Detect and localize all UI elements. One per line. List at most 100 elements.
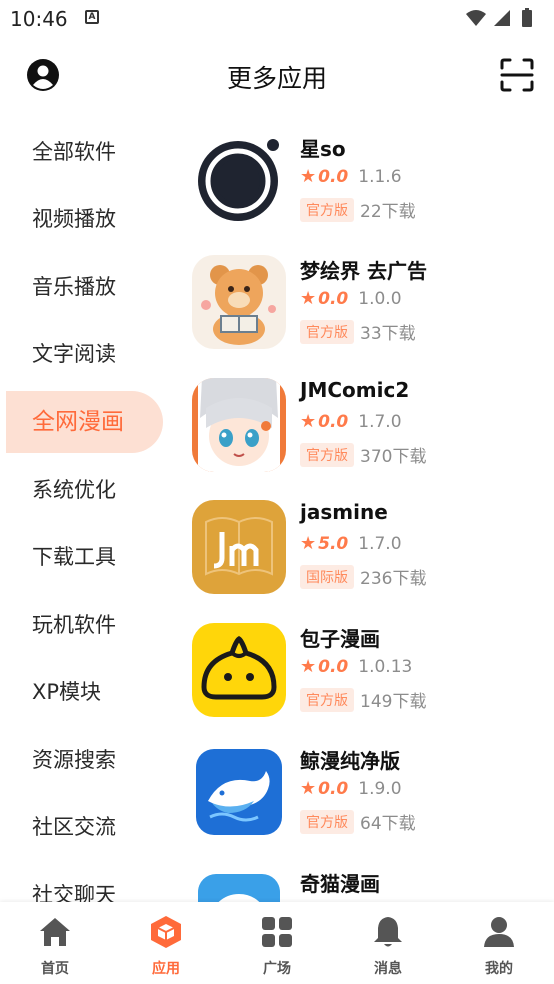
- nav-messages[interactable]: 消息: [348, 914, 428, 978]
- title-bar: 更多应用: [0, 40, 554, 112]
- app-meta: 官方版 33下载: [300, 319, 416, 344]
- app-score: 5.0: [318, 534, 349, 554]
- app-downloads: 33下载: [360, 324, 416, 344]
- jingman-whale-icon: [192, 745, 286, 839]
- category-item-xp[interactable]: XP模块: [6, 661, 163, 723]
- category-item-tweak[interactable]: 玩机软件: [6, 594, 163, 656]
- nav-label: 应用: [152, 961, 180, 977]
- app-name: JMComic2: [300, 378, 410, 402]
- nav-square[interactable]: 广场: [237, 914, 317, 978]
- app-score: 0.0: [318, 289, 349, 309]
- home-icon: [40, 918, 70, 946]
- grid-square-icon: [262, 917, 292, 947]
- category-item-reading[interactable]: 文字阅读: [6, 323, 163, 385]
- app-version: 1.0.13: [358, 657, 413, 677]
- category-item-comics[interactable]: 全网漫画: [6, 391, 163, 453]
- category-sidebar[interactable]: 全部软件 视频播放 音乐播放 文字阅读 全网漫画 系统优化 下载工具 玩机软件 …: [0, 117, 170, 902]
- bell-icon: [374, 917, 402, 947]
- app-meta: 官方版 22下载: [300, 197, 416, 222]
- app-list-item[interactable]: 梦绘界 去广告 ★ 0.0 1.0.0 官方版 33下载: [180, 239, 554, 361]
- apps-cube-icon: [151, 916, 181, 948]
- app-tag: 官方版: [300, 442, 354, 467]
- star-icon: ★: [300, 288, 317, 309]
- star-icon: ★: [300, 778, 317, 799]
- status-bar: 10:46 A: [0, 0, 554, 38]
- app-list-item[interactable]: 星so ★ 0.0 1.1.6 官方版 22下载: [180, 117, 554, 239]
- xingso-icon: [192, 133, 286, 227]
- category-item-social[interactable]: 社交聊天: [6, 864, 163, 902]
- scan-icon[interactable]: [500, 58, 534, 92]
- star-icon: ★: [300, 533, 317, 554]
- app-rating: ★ 0.0 1.0.13: [300, 656, 412, 677]
- nav-label: 我的: [485, 961, 513, 977]
- app-rating: ★ 0.0 1.0.0: [300, 288, 402, 309]
- jasmine-jm-book-icon: [192, 500, 286, 594]
- app-name: jasmine: [300, 500, 388, 524]
- app-meta: 国际版 236下载: [300, 564, 426, 589]
- app-version: 1.1.6: [358, 167, 402, 187]
- app-score: 0.0: [318, 412, 349, 432]
- app-downloads: 22下载: [360, 202, 416, 222]
- app-name: 包子漫画: [300, 627, 380, 651]
- battery-icon: [522, 10, 532, 27]
- nav-label: 消息: [374, 961, 402, 977]
- app-score: 0.0: [318, 657, 349, 677]
- app-list[interactable]: 星so ★ 0.0 1.1.6 官方版 22下载 梦绘界 去广告 ★ 0.0 1.0.0: [180, 117, 554, 902]
- nav-label: 首页: [41, 961, 69, 977]
- system-status-icons: [466, 8, 532, 27]
- qimao-icon: [192, 868, 286, 902]
- category-item-video[interactable]: 视频播放: [6, 188, 163, 250]
- app-name: 星so: [300, 137, 346, 161]
- star-icon: ★: [300, 411, 317, 432]
- app-downloads: 236下载: [360, 569, 427, 589]
- app-downloads: 149下载: [360, 692, 427, 712]
- nav-home[interactable]: 首页: [15, 914, 95, 978]
- page-title: 更多应用: [226, 64, 327, 93]
- category-item-music[interactable]: 音乐播放: [6, 256, 163, 318]
- notification-icon: A: [85, 10, 99, 24]
- category-item-download[interactable]: 下载工具: [6, 526, 163, 588]
- nav-apps[interactable]: 应用: [126, 914, 206, 978]
- app-downloads: 370下载: [360, 447, 427, 467]
- nav-label: 广场: [263, 961, 291, 977]
- jmcomic-anime-girl-icon: [192, 378, 286, 472]
- app-list-item[interactable]: jasmine ★ 5.0 1.7.0 国际版 236下载: [180, 484, 554, 606]
- status-time: 10:46: [10, 7, 68, 31]
- star-icon: ★: [300, 166, 317, 187]
- app-rating: ★ 5.0 1.7.0: [300, 533, 402, 554]
- star-icon: ★: [300, 656, 317, 677]
- app-downloads: 64下载: [360, 814, 416, 834]
- app-tag: 官方版: [300, 809, 354, 834]
- category-item-search[interactable]: 资源搜索: [6, 729, 163, 791]
- app-meta: 官方版 370下载: [300, 442, 426, 467]
- app-name: 鲸漫纯净版: [300, 749, 400, 773]
- app-tag: 官方版: [300, 687, 354, 712]
- wifi-icon: [466, 10, 486, 26]
- app-tag: 官方版: [300, 319, 354, 344]
- nav-profile[interactable]: 我的: [459, 914, 539, 978]
- app-list-item[interactable]: 鲸漫纯净版 ★ 0.0 1.9.0 官方版 64下载: [180, 729, 554, 851]
- app-version: 1.9.0: [358, 779, 402, 799]
- app-version: 1.7.0: [358, 412, 402, 432]
- app-meta: 官方版 64下载: [300, 809, 416, 834]
- signal-icon: [494, 10, 510, 26]
- category-item-community[interactable]: 社区交流: [6, 796, 163, 858]
- app-tag: 官方版: [300, 197, 354, 222]
- app-name: 奇猫漫画: [300, 872, 380, 896]
- person-icon: [484, 917, 514, 947]
- app-list-item[interactable]: 包子漫画 ★ 0.0 1.0.13 官方版 149下载: [180, 607, 554, 729]
- category-item-system[interactable]: 系统优化: [6, 459, 163, 521]
- app-score: 0.0: [318, 167, 349, 187]
- app-rating: ★ 0.0 1.7.0: [300, 411, 402, 432]
- app-version: 1.0.0: [358, 289, 402, 309]
- app-tag: 国际版: [300, 564, 354, 589]
- app-meta: 官方版 149下载: [300, 687, 426, 712]
- category-item-all[interactable]: 全部软件: [6, 121, 163, 183]
- app-score: 0.0: [318, 779, 349, 799]
- app-name: 梦绘界 去广告: [300, 259, 427, 283]
- app-version: 1.7.0: [358, 534, 402, 554]
- app-rating: ★ 0.0 1.9.0: [300, 778, 402, 799]
- bottom-nav: 首页 应用 广场 消息 我的: [0, 902, 554, 984]
- app-list-item[interactable]: JMComic2 ★ 0.0 1.7.0 官方版 370下载: [180, 362, 554, 484]
- app-list-item[interactable]: 奇猫漫画: [180, 852, 554, 902]
